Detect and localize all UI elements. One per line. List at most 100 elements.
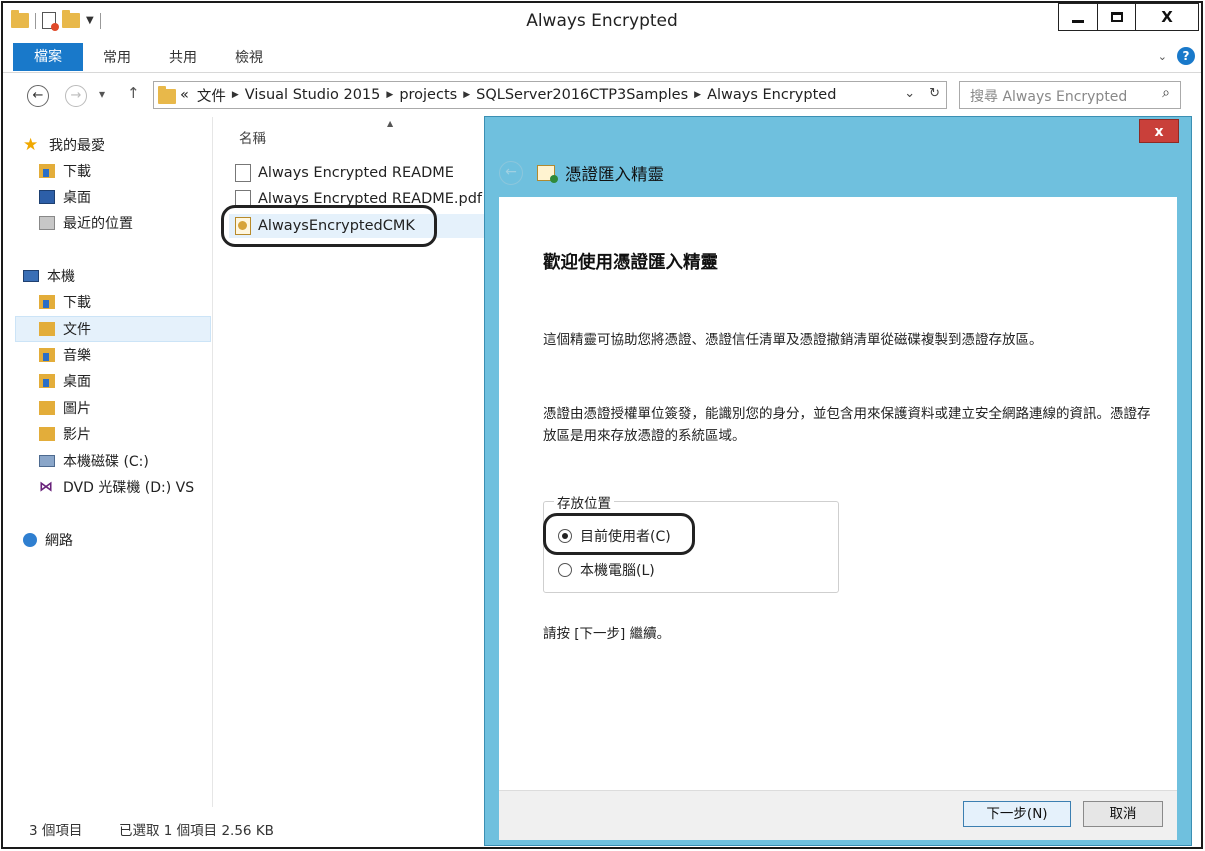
wizard-footer: 下一步(N) 取消	[499, 790, 1177, 840]
breadcrumb-separator-icon[interactable]: ▶	[232, 90, 239, 100]
highlight-annotation	[543, 513, 695, 555]
nav-item-label: 本機磁碟 (C:)	[63, 454, 149, 470]
minimize-button[interactable]	[1058, 3, 1098, 31]
status-item-count: 3 個項目	[29, 823, 83, 839]
search-placeholder: 搜尋 Always Encrypted	[970, 89, 1128, 105]
nav-item-label: 音樂	[63, 348, 91, 364]
breadcrumb-always-encrypted[interactable]: Always Encrypted	[707, 87, 836, 103]
tab-home[interactable]: 常用	[103, 47, 131, 71]
pictures-folder-icon	[39, 401, 55, 415]
certificate-import-wizard: x ← 憑證匯入精靈 歡迎使用憑證匯入精靈 這個精靈可協助您將憑證、憑證信任清單…	[484, 116, 1192, 846]
documents-folder-icon	[39, 322, 55, 336]
desktop-icon	[39, 190, 55, 204]
up-arrow-icon[interactable]: ↑	[127, 84, 140, 102]
tab-view[interactable]: 檢視	[235, 47, 263, 71]
videos-folder-icon	[39, 427, 55, 441]
navigation-pane: ★ 我的最愛 下載 桌面 最近的位置 本機 下載 文件 音樂 桌面 圖片 影片 …	[3, 117, 213, 807]
nav-favorites-label: 我的最愛	[49, 138, 105, 154]
nav-network[interactable]: 網路	[23, 527, 231, 553]
wizard-title: 歡迎使用憑證匯入精靈	[543, 253, 718, 273]
forward-arrow-icon: →	[70, 88, 82, 103]
nav-item-label: DVD 光碟機 (D:) VS	[63, 480, 195, 496]
nav-network-label: 網路	[45, 533, 73, 549]
nav-this-pc[interactable]: 本機	[23, 263, 231, 289]
file-item[interactable]: Always Encrypted README	[235, 161, 454, 185]
breadcrumb-projects[interactable]: projects	[399, 87, 457, 103]
music-folder-icon	[39, 348, 55, 362]
network-icon	[23, 533, 37, 547]
breadcrumb-overflow[interactable]: «	[180, 87, 189, 103]
wizard-certificate-info: 憑證由憑證授權單位簽發，能識別您的身分，並包含用來保護資料或建立安全網路連線的資…	[543, 406, 1151, 444]
breadcrumb-separator-icon[interactable]: ▶	[386, 90, 393, 100]
close-button[interactable]: X	[1135, 3, 1199, 31]
address-history-dropdown-icon[interactable]: ⌄	[904, 86, 915, 101]
recent-locations-dropdown-icon[interactable]: ▾	[99, 87, 105, 101]
nav-favorites[interactable]: ★ 我的最愛	[23, 132, 231, 158]
next-button[interactable]: 下一步(N)	[963, 801, 1071, 827]
desktop-folder-icon	[39, 374, 55, 388]
title-bar: ▼ Always Encrypted X	[3, 3, 1201, 41]
wizard-description: 這個精靈可協助您將憑證、憑證信任清單及憑證撤銷清單從磁碟複製到憑證存放區。	[543, 332, 1043, 348]
nav-item-label: 影片	[63, 427, 91, 443]
text-file-icon	[235, 164, 251, 182]
address-bar[interactable]: « 文件 ▶ Visual Studio 2015 ▶ projects ▶ S…	[153, 81, 947, 109]
search-icon[interactable]: ⌕	[1162, 85, 1170, 101]
column-header-name[interactable]: 名稱	[239, 127, 266, 147]
downloads-folder-icon	[39, 164, 55, 178]
address-controls: ⌄ ↻	[904, 86, 940, 101]
store-location-label: 存放位置	[554, 492, 614, 512]
breadcrumb-documents[interactable]: 文件	[197, 85, 226, 106]
nav-item-label: 圖片	[63, 401, 91, 417]
nav-item-label: 文件	[63, 322, 91, 338]
maximize-icon	[1110, 12, 1123, 22]
back-arrow-icon: ←	[32, 88, 44, 103]
refresh-icon[interactable]: ↻	[929, 86, 940, 101]
wizard-continue-hint: 請按 [下一步] 繼續。	[543, 626, 671, 642]
wizard-body: 歡迎使用憑證匯入精靈 這個精靈可協助您將憑證、憑證信任清單及憑證撤銷清單從磁碟複…	[499, 197, 1177, 790]
nav-item-label: 下載	[63, 295, 91, 311]
local-machine-option[interactable]: 本機電腦(L)	[558, 560, 655, 580]
wizard-header: ← 憑證匯入精靈	[499, 161, 664, 185]
nav-item-label: 下載	[63, 164, 91, 180]
back-button[interactable]: ←	[27, 85, 49, 107]
status-selection: 已選取 1 個項目 2.56 KB	[119, 823, 274, 839]
help-icon[interactable]: ?	[1177, 47, 1195, 65]
sort-ascending-icon: ▲	[387, 119, 394, 128]
forward-button[interactable]: →	[65, 85, 87, 107]
expand-ribbon-icon[interactable]: ⌄	[1158, 50, 1167, 63]
tab-file[interactable]: 檔案	[13, 43, 83, 71]
tab-share[interactable]: 共用	[169, 47, 197, 71]
local-machine-radio[interactable]	[558, 563, 572, 577]
nav-item-label: 桌面	[63, 190, 91, 206]
breadcrumb-visual-studio[interactable]: Visual Studio 2015	[245, 87, 381, 103]
search-input[interactable]: 搜尋 Always Encrypted ⌕	[959, 81, 1181, 109]
breadcrumb-separator-icon[interactable]: ▶	[694, 90, 701, 100]
window-title: Always Encrypted	[526, 11, 678, 31]
wizard-header-title: 憑證匯入精靈	[565, 165, 664, 184]
navigation-bar: ← → ▾ ↑ « 文件 ▶ Visual Studio 2015 ▶ proj…	[3, 73, 1201, 117]
nav-this-pc-label: 本機	[47, 269, 75, 285]
nav-item-label: 最近的位置	[63, 216, 133, 232]
computer-icon	[23, 270, 39, 282]
highlight-annotation	[221, 205, 437, 247]
local-machine-label: 本機電腦(L)	[580, 563, 655, 579]
file-name: Always Encrypted README	[258, 165, 454, 181]
maximize-button[interactable]	[1096, 3, 1137, 31]
nav-item-label: 桌面	[63, 374, 91, 390]
certificate-icon	[537, 165, 558, 183]
folder-icon	[158, 86, 176, 104]
window-controls: X	[1058, 3, 1199, 31]
breadcrumb-separator-icon[interactable]: ▶	[463, 90, 470, 100]
explorer-window: ▼ Always Encrypted X 檔案 常用 共用 檢視 ⌄ ? ← →…	[1, 1, 1203, 849]
star-icon: ★	[23, 135, 39, 155]
cancel-button[interactable]: 取消	[1083, 801, 1163, 827]
downloads-folder-icon	[39, 295, 55, 309]
breadcrumb-samples[interactable]: SQLServer2016CTP3Samples	[476, 87, 688, 103]
back-arrow-icon[interactable]: ←	[499, 161, 523, 185]
wizard-close-button[interactable]: x	[1139, 119, 1179, 143]
recent-places-icon	[39, 216, 55, 230]
visual-studio-icon: ⋈	[39, 479, 53, 495]
nav-pc-documents[interactable]: 文件	[15, 316, 211, 342]
ribbon: 檔案 常用 共用 檢視 ⌄ ?	[3, 41, 1201, 73]
ribbon-right-controls: ⌄ ?	[1158, 47, 1195, 65]
